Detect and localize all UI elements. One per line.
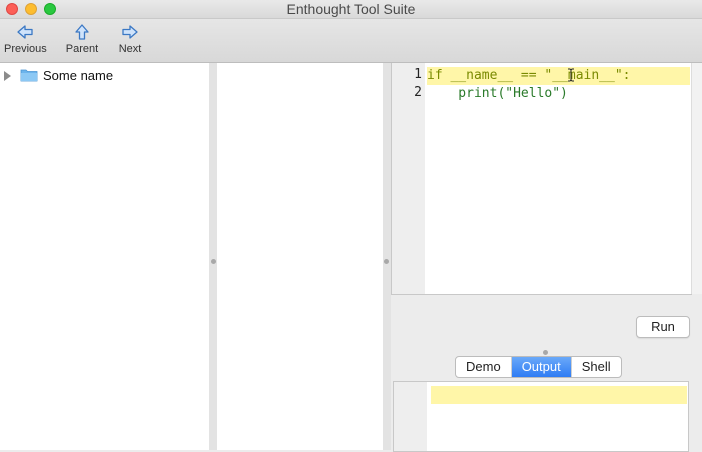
tree-pane: Some name <box>0 63 209 450</box>
text-cursor-icon <box>568 68 574 82</box>
demo-pane: 1 2 if __name__ == "__main__": print("He… <box>391 63 702 452</box>
previous-button[interactable]: Previous <box>4 21 47 59</box>
next-button[interactable]: Next <box>116 21 144 59</box>
arrow-left-icon <box>17 25 33 39</box>
toolbar: Previous Parent Next <box>0 19 702 63</box>
middle-pane <box>217 63 383 450</box>
title-bar: Enthought Tool Suite <box>0 0 702 19</box>
disclosure-triangle-icon[interactable] <box>4 71 11 81</box>
arrow-up-icon <box>75 24 89 40</box>
editor-scrollbar[interactable] <box>691 63 702 294</box>
tree-item[interactable]: Some name <box>0 66 209 84</box>
tab-shell[interactable]: Shell <box>572 357 621 377</box>
previous-label: Previous <box>4 43 47 55</box>
arrow-right-icon <box>122 25 138 39</box>
line-number-gutter: 1 2 <box>392 63 425 294</box>
parent-button[interactable]: Parent <box>64 21 100 59</box>
parent-label: Parent <box>65 43 99 55</box>
right-splitter[interactable] <box>383 63 391 450</box>
tree-item-label: Some name <box>43 68 114 83</box>
window-title: Enthought Tool Suite <box>286 1 416 17</box>
output-gutter <box>394 382 427 451</box>
code-text: if __name__ == "__main__": <box>427 68 631 83</box>
folder-icon <box>20 69 38 82</box>
splitter-handle-icon <box>384 259 389 264</box>
code-text: print("Hello") <box>427 86 568 101</box>
next-label: Next <box>118 43 142 55</box>
left-splitter[interactable] <box>209 63 217 450</box>
run-button[interactable]: Run <box>636 316 690 338</box>
line-number: 1 <box>414 67 422 82</box>
tab-bar: Demo Output Shell <box>455 356 622 378</box>
code-line[interactable]: print("Hello") <box>427 85 568 103</box>
output-panel[interactable] <box>393 381 689 452</box>
tab-output[interactable]: Output <box>511 357 572 377</box>
splitter-handle-icon <box>211 259 216 264</box>
tab-demo[interactable]: Demo <box>456 357 512 377</box>
splitter-handle-icon[interactable] <box>543 350 548 355</box>
line-number: 2 <box>414 85 422 100</box>
code-line[interactable]: if __name__ == "__main__": <box>427 67 690 85</box>
output-current-line <box>431 386 687 404</box>
code-editor[interactable]: 1 2 if __name__ == "__main__": print("He… <box>391 63 692 295</box>
